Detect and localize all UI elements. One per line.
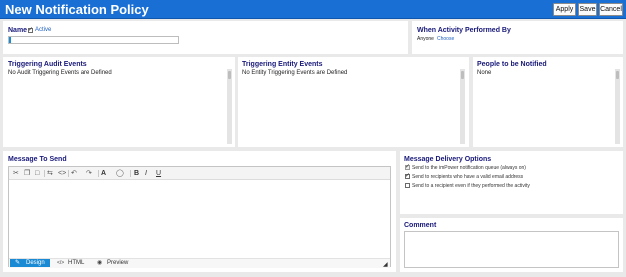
entity-events-scrollbar[interactable] [460,69,465,144]
name-label: Name [8,27,28,34]
name-input[interactable] [8,36,179,44]
cut-icon[interactable]: ✂ [13,170,19,178]
underline-icon[interactable]: U [156,170,161,178]
page-title: New Notification Policy [5,2,149,17]
entity-events-title: Triggering Entity Events [242,61,323,68]
undo-icon[interactable]: ↶ [71,170,77,178]
preview-mode-tab[interactable]: ◉ Preview [96,259,136,267]
bold-icon[interactable]: B [134,170,139,178]
message-title: Message To Send [8,156,67,163]
comment-title: Comment [404,222,437,229]
italic-icon[interactable]: I [145,170,147,178]
copy-icon[interactable]: ❐ [24,170,30,178]
html-mode-tab[interactable]: </> HTML [56,259,92,267]
performer-recipient-checkbox[interactable] [405,183,410,188]
comment-textarea[interactable] [404,231,619,268]
active-label: Active [35,27,52,33]
required-indicator [9,37,11,43]
paste-icon[interactable]: □ [35,170,39,178]
audit-events-title: Triggering Audit Events [8,61,87,68]
performer-recipient-label: Send to a recipient even if they perform… [412,183,530,189]
choose-link[interactable]: Choose [437,36,454,42]
people-panel [473,57,623,147]
code-icon: </> [57,260,65,266]
people-title: People to be Notified [477,61,547,68]
notification-queue-checkbox [405,163,410,170]
save-button[interactable]: Save [578,3,597,16]
audit-events-scrollbar[interactable] [227,69,232,144]
email-recipients-checkbox[interactable] [405,172,410,179]
design-mode-tab[interactable]: ✎ Design [10,259,50,267]
active-checkbox[interactable] [28,26,33,33]
font-color-icon[interactable]: A [101,170,106,178]
people-value: None [477,70,492,76]
people-scrollbar[interactable] [615,69,620,144]
resize-handle-icon[interactable]: ◢ [383,261,388,268]
pencil-icon: ✎ [15,260,21,266]
delivery-title: Message Delivery Options [404,156,492,163]
when-activity-title: When Activity Performed By [417,27,511,34]
audit-events-empty: No Audit Triggering Events are Defined [8,70,112,76]
email-recipients-label: Send to recipients who have a valid emai… [412,174,524,180]
eye-icon: ◉ [97,260,103,266]
find-replace-icon[interactable]: ⇆ [47,170,53,178]
when-activity-value: Anyone [417,36,434,42]
apply-button[interactable]: Apply [553,3,576,16]
title-bar: New Notification Policy Apply Save Cance… [0,0,626,19]
redo-icon[interactable]: ↷ [86,170,92,178]
entity-events-empty: No Entity Triggering Events are Defined [242,70,348,76]
message-body[interactable] [9,181,390,257]
cancel-button[interactable]: Cancel [599,3,623,16]
notification-queue-label: Send to the imPower notification queue (… [412,165,526,171]
highlight-icon[interactable]: ◯ [116,170,124,178]
source-icon[interactable]: <> [58,170,66,178]
